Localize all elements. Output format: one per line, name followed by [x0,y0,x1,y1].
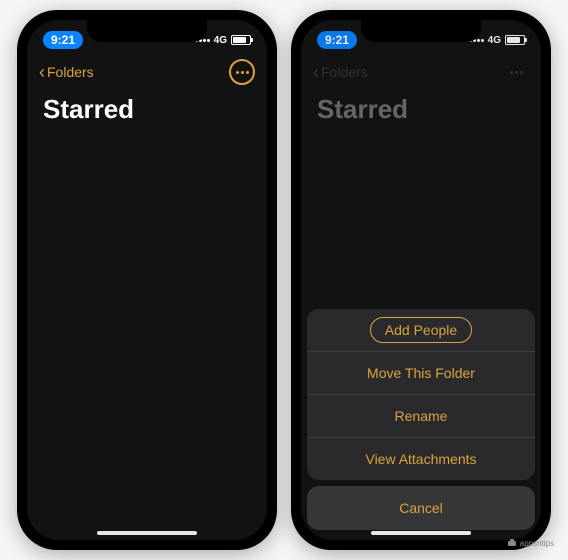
status-time: 9:21 [43,31,83,49]
phone-right: 9:21 4G ‹ Folders Starred Add People Mo [291,10,551,550]
back-label: Folders [321,64,368,80]
watermark: appsntips [507,538,554,548]
carrier-label: 4G [214,35,227,46]
back-button[interactable]: ‹ Folders [313,62,368,83]
back-button[interactable]: ‹ Folders [39,62,94,83]
nav-bar: ‹ Folders [301,54,541,90]
home-indicator[interactable] [371,531,471,535]
sheet-add-people[interactable]: Add People [307,309,535,352]
sheet-move-folder[interactable]: Move This Folder [307,352,535,395]
more-button[interactable] [229,59,255,85]
battery-icon [505,35,525,45]
phone-left: 9:21 4G ‹ Folders Starred [17,10,277,550]
more-button[interactable] [503,59,529,85]
action-sheet: Add People Move This Folder Rename View … [301,303,541,540]
page-title: Starred [301,90,541,129]
action-sheet-group: Add People Move This Folder Rename View … [307,309,535,480]
page-title: Starred [27,90,267,129]
notch [87,20,207,42]
back-label: Folders [47,64,94,80]
battery-icon [231,35,251,45]
sheet-rename[interactable]: Rename [307,395,535,438]
ellipsis-icon [510,71,523,74]
chevron-left-icon: ‹ [313,62,319,83]
status-time: 9:21 [317,31,357,49]
add-people-pill: Add People [370,317,472,343]
sheet-view-attachments[interactable]: View Attachments [307,438,535,480]
sheet-cancel[interactable]: Cancel [307,486,535,530]
home-indicator[interactable] [97,531,197,535]
ellipsis-icon [236,71,249,74]
nav-bar: ‹ Folders [27,54,267,90]
screen: 9:21 4G ‹ Folders Starred Add People Mo [301,20,541,540]
screen: 9:21 4G ‹ Folders Starred [27,20,267,540]
carrier-label: 4G [488,35,501,46]
chevron-left-icon: ‹ [39,62,45,83]
notch [361,20,481,42]
watermark-icon [507,538,517,548]
